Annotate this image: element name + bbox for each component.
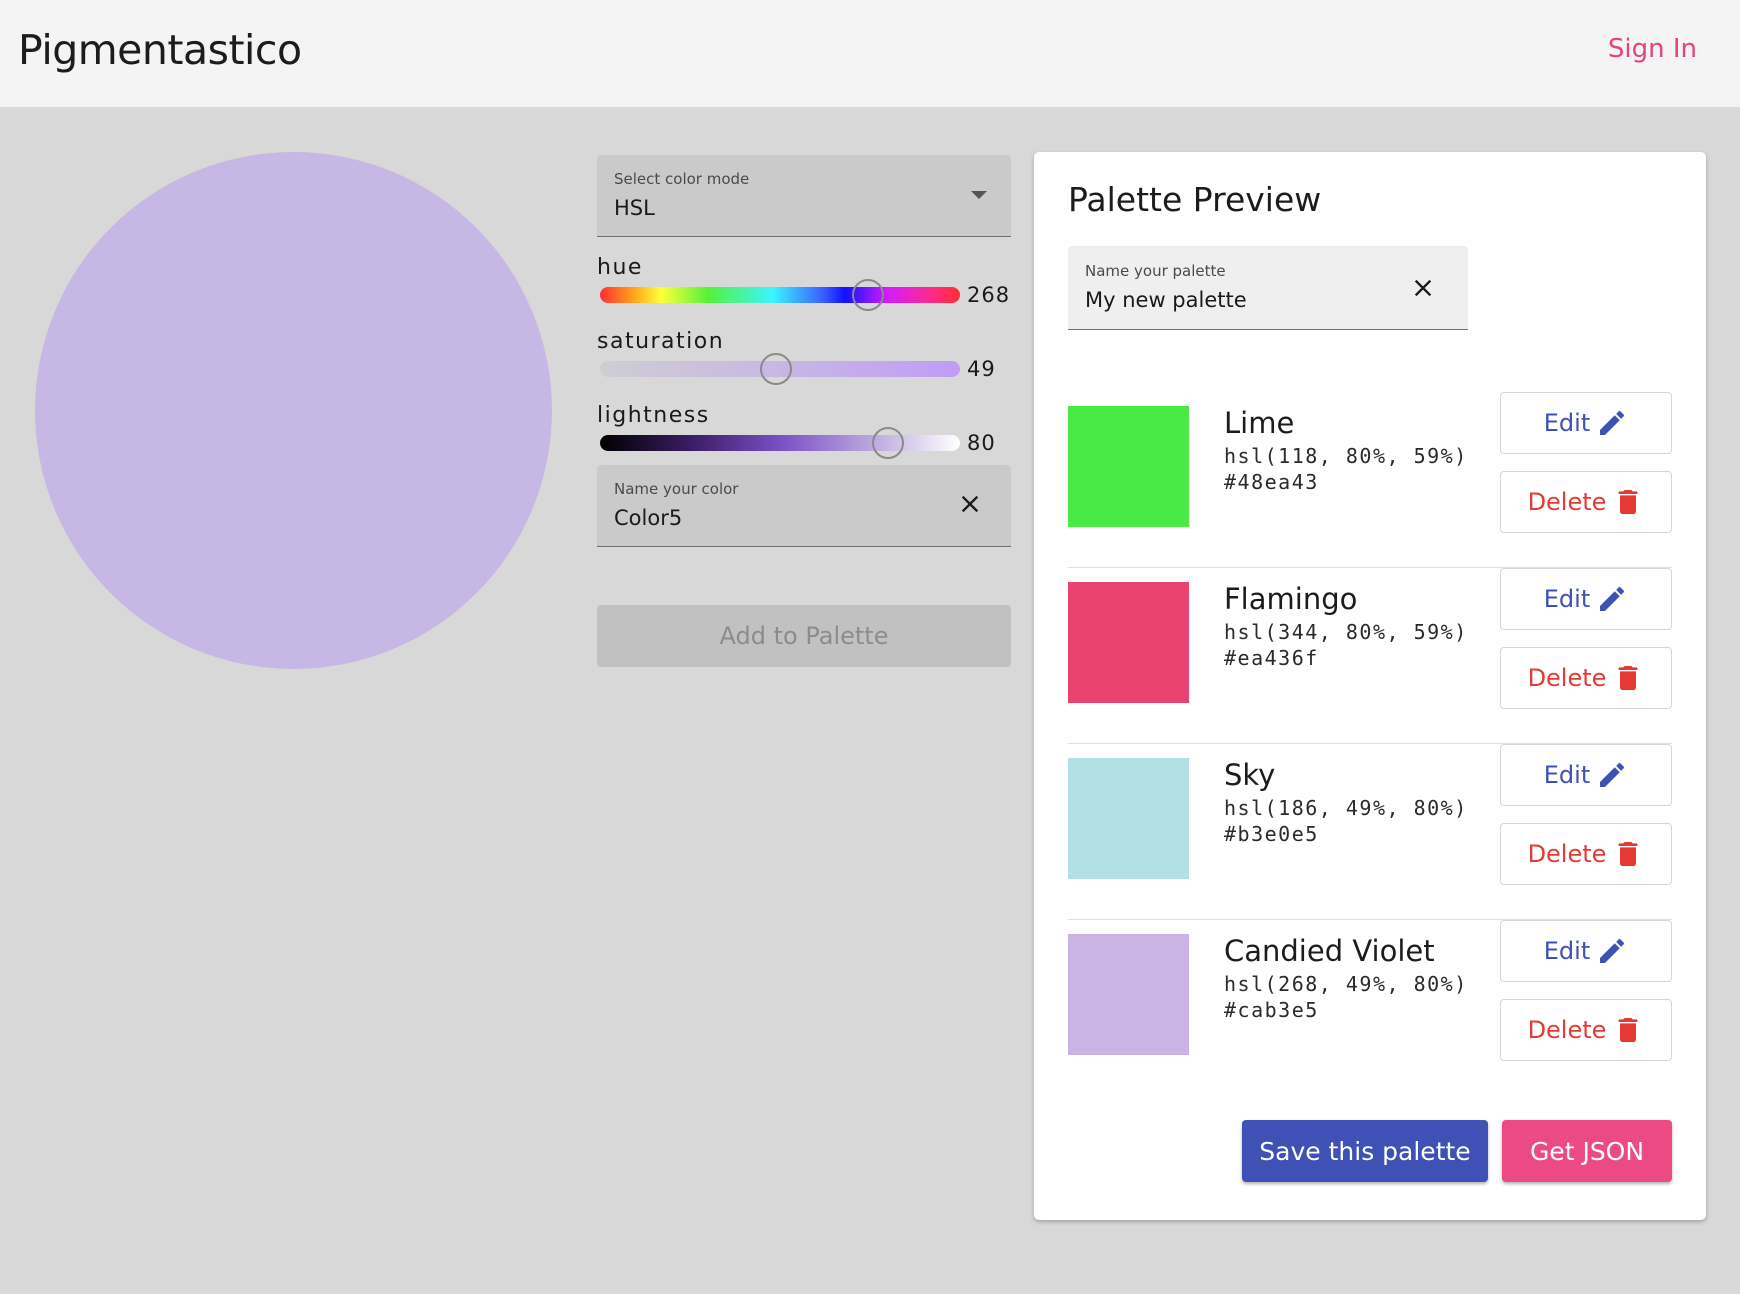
- color-controls: Select color mode HSL hue 268 saturation…: [597, 155, 1011, 667]
- color-hsl: hsl(118, 80%, 59%): [1224, 444, 1468, 468]
- saturation-value: 49: [967, 357, 996, 381]
- palette-color-row: Lime hsl(118, 80%, 59%) #48ea43 Edit Del…: [1068, 392, 1672, 568]
- color-swatch: [1068, 582, 1189, 703]
- trash-icon: [1619, 1018, 1638, 1042]
- lightness-label: lightness: [597, 403, 710, 428]
- edit-label: Edit: [1543, 585, 1591, 613]
- palette-preview-panel: Palette Preview Name your palette My new…: [1034, 152, 1706, 1220]
- color-name: Lime: [1224, 406, 1295, 440]
- hue-slider-track[interactable]: [600, 287, 960, 303]
- dropdown-caret-icon: [971, 191, 987, 199]
- sign-in-link[interactable]: Sign In: [1608, 34, 1697, 64]
- color-mode-value: HSL: [614, 196, 655, 220]
- color-name: Flamingo: [1224, 582, 1358, 616]
- hue-value: 268: [967, 283, 1011, 307]
- delete-label: Delete: [1527, 1016, 1607, 1044]
- palette-color-row: Flamingo hsl(344, 80%, 59%) #ea436f Edit…: [1068, 568, 1672, 744]
- delete-button[interactable]: Delete: [1500, 823, 1672, 885]
- edit-label: Edit: [1543, 937, 1591, 965]
- app-bar: Pigmentastico Sign In: [0, 0, 1740, 107]
- delete-label: Delete: [1527, 488, 1607, 516]
- palette-color-row: Sky hsl(186, 49%, 80%) #b3e0e5 Edit Dele…: [1068, 744, 1672, 920]
- trash-icon: [1619, 842, 1638, 866]
- color-name-label: Name your color: [614, 480, 739, 498]
- color-hex: #cab3e5: [1224, 998, 1319, 1022]
- palette-name-label: Name your palette: [1085, 262, 1226, 280]
- pencil-icon: [1600, 762, 1625, 787]
- color-hex: #48ea43: [1224, 470, 1319, 494]
- saturation-label: saturation: [597, 329, 725, 354]
- hue-slider-group: hue 268: [597, 245, 1011, 319]
- edit-button[interactable]: Edit: [1500, 920, 1672, 982]
- color-hex: #b3e0e5: [1224, 822, 1319, 846]
- add-to-palette-button[interactable]: Add to Palette: [597, 605, 1011, 667]
- delete-button[interactable]: Delete: [1500, 647, 1672, 709]
- color-name-field[interactable]: Name your color Color5: [597, 465, 1011, 547]
- lightness-slider-track[interactable]: [600, 435, 960, 451]
- color-swatch: [1068, 758, 1189, 879]
- color-hex: #ea436f: [1224, 646, 1319, 670]
- palette-name-field[interactable]: Name your palette My new palette: [1068, 246, 1468, 330]
- pencil-icon: [1600, 410, 1625, 435]
- delete-label: Delete: [1527, 840, 1607, 868]
- color-mode-label: Select color mode: [614, 170, 750, 188]
- hue-slider-thumb[interactable]: [852, 279, 884, 311]
- edit-button[interactable]: Edit: [1500, 568, 1672, 630]
- delete-label: Delete: [1527, 664, 1607, 692]
- delete-button[interactable]: Delete: [1500, 999, 1672, 1061]
- hue-label: hue: [597, 255, 643, 280]
- color-hsl: hsl(268, 49%, 80%): [1224, 972, 1468, 996]
- color-preview-circle: [35, 152, 552, 669]
- color-name-value: Color5: [614, 506, 683, 530]
- trash-icon: [1619, 490, 1638, 514]
- color-name: Sky: [1224, 758, 1276, 792]
- saturation-slider-group: saturation 49: [597, 319, 1011, 393]
- lightness-slider-thumb[interactable]: [872, 427, 904, 459]
- delete-button[interactable]: Delete: [1500, 471, 1672, 533]
- edit-button[interactable]: Edit: [1500, 392, 1672, 454]
- color-swatch: [1068, 934, 1189, 1055]
- palette-title: Palette Preview: [1068, 180, 1322, 219]
- color-hsl: hsl(344, 80%, 59%): [1224, 620, 1468, 644]
- close-icon[interactable]: [959, 493, 981, 515]
- get-json-button[interactable]: Get JSON: [1502, 1120, 1672, 1182]
- edit-label: Edit: [1543, 761, 1591, 789]
- color-swatch: [1068, 406, 1189, 527]
- app-title: Pigmentastico: [18, 26, 302, 74]
- save-palette-button[interactable]: Save this palette: [1242, 1120, 1488, 1182]
- palette-name-value: My new palette: [1085, 288, 1247, 312]
- lightness-value: 80: [967, 431, 996, 455]
- trash-icon: [1619, 666, 1638, 690]
- edit-button[interactable]: Edit: [1500, 744, 1672, 806]
- close-icon[interactable]: [1412, 277, 1434, 299]
- palette-color-row: Candied Violet hsl(268, 49%, 80%) #cab3e…: [1068, 920, 1672, 1096]
- pencil-icon: [1600, 586, 1625, 611]
- color-name: Candied Violet: [1224, 934, 1435, 968]
- color-mode-select[interactable]: Select color mode HSL: [597, 155, 1011, 237]
- saturation-slider-thumb[interactable]: [760, 353, 793, 385]
- color-hsl: hsl(186, 49%, 80%): [1224, 796, 1468, 820]
- pencil-icon: [1600, 938, 1625, 963]
- edit-label: Edit: [1543, 409, 1591, 437]
- lightness-slider-group: lightness 80: [597, 393, 1011, 467]
